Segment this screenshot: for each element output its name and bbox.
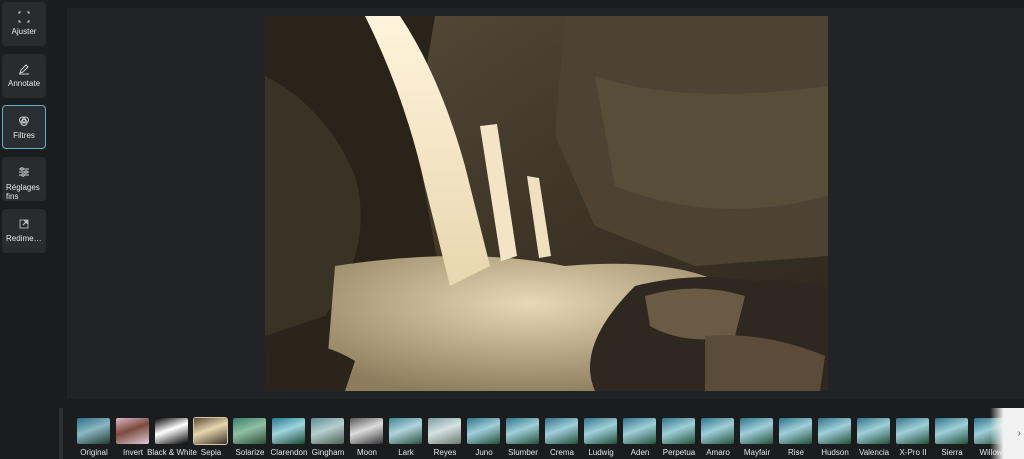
filter-preview-image xyxy=(389,418,422,444)
filter-preview-image xyxy=(623,418,656,444)
filter-preview-image xyxy=(545,418,578,444)
filter-preview-image xyxy=(506,418,539,444)
crop-icon xyxy=(18,11,30,23)
adjust-tool-button[interactable]: Ajuster xyxy=(2,2,46,46)
filter-preview-image xyxy=(272,418,305,444)
filter-icon xyxy=(19,116,29,126)
filter-preview-image xyxy=(935,418,968,444)
photo-preview[interactable] xyxy=(265,16,828,391)
filter-strip: Original Invert Black & White Sepia Solarize… xyxy=(59,408,1024,459)
chevron-right-icon[interactable]: › xyxy=(1018,428,1021,439)
filter-preview-image xyxy=(857,418,890,444)
filter-preview-image xyxy=(350,418,383,444)
filter-preview-image xyxy=(701,418,734,444)
resize-icon xyxy=(19,219,29,229)
filter-preview-image xyxy=(311,418,344,444)
resize-tool-label: Redimensionner xyxy=(6,235,44,243)
filter-preview-image xyxy=(584,418,617,444)
filter-preview-image xyxy=(467,418,500,444)
annotate-tool-button[interactable]: Annotate xyxy=(2,54,46,98)
filter-preview-image xyxy=(662,418,695,444)
filter-preview-image xyxy=(779,418,812,444)
filter-preview-image xyxy=(155,418,188,444)
filter-preview-image xyxy=(233,418,266,444)
filter-preview-image xyxy=(77,418,110,444)
annotate-tool-label: Annotate xyxy=(7,80,41,88)
resize-tool-button[interactable]: Redimensionner xyxy=(2,209,46,253)
sliders-icon xyxy=(19,167,29,177)
filter-preview-image xyxy=(896,418,929,444)
filter-preview-image xyxy=(818,418,851,444)
waterfall-photo xyxy=(265,16,828,391)
filter-preview-image xyxy=(116,418,149,444)
image-editor: Ajuster Annotate Filtres Réglages fins R… xyxy=(0,0,1024,459)
fine-settings-tool-button[interactable]: Réglages fins xyxy=(2,157,46,201)
filter-preview-image xyxy=(428,418,461,444)
tool-sidebar: Ajuster Annotate Filtres Réglages fins R… xyxy=(0,0,52,400)
adjust-tool-label: Ajuster xyxy=(11,28,37,36)
edit-icon xyxy=(19,64,29,75)
filters-tool-button[interactable]: Filtres xyxy=(2,105,46,149)
fine-settings-tool-label: Réglages fins xyxy=(6,183,40,201)
filter-preview-image xyxy=(193,417,228,445)
filters-tool-label: Filtres xyxy=(13,132,35,140)
filter-preview-image xyxy=(740,418,773,444)
